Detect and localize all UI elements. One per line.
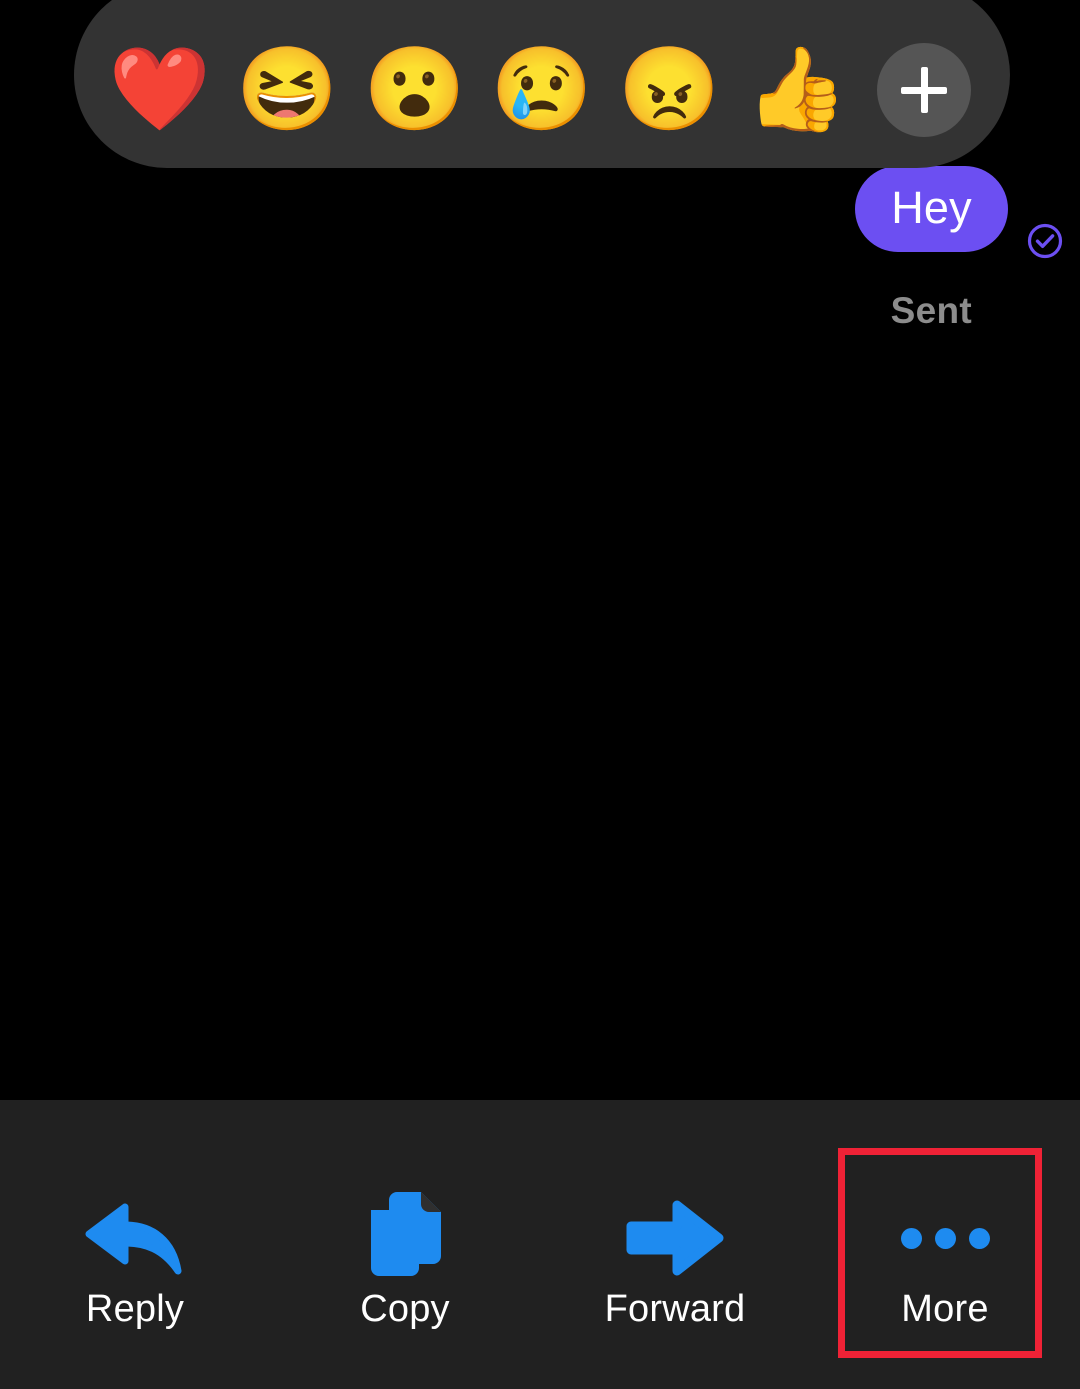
copy-documents-icon [359, 1178, 451, 1298]
reaction-wow[interactable]: 😮 [351, 36, 478, 144]
reaction-sad[interactable]: 😢 [478, 36, 605, 144]
message-row: Hey [0, 166, 1080, 256]
message-action-toolbar: Reply Copy Forward More [0, 1100, 1080, 1389]
reaction-picker-bar[interactable]: ❤️ 😆 😮 😢 😠 👍 [74, 0, 1010, 168]
action-copy-label: Copy [360, 1288, 450, 1330]
action-more[interactable]: More [810, 1100, 1080, 1389]
message-bubble[interactable]: Hey [855, 166, 1008, 252]
thumbs-up-icon: 👍 [745, 44, 848, 135]
forward-arrow-icon [625, 1178, 725, 1298]
heart-icon: ❤️ [108, 44, 211, 135]
action-copy[interactable]: Copy [270, 1100, 540, 1389]
angry-face-icon: 😠 [618, 44, 721, 135]
laughing-face-icon: 😆 [236, 44, 339, 135]
action-more-label: More [901, 1288, 989, 1330]
action-forward[interactable]: Forward [540, 1100, 810, 1389]
action-reply-label: Reply [85, 1288, 185, 1330]
reaction-haha[interactable]: 😆 [223, 36, 350, 144]
reaction-like[interactable]: 👍 [733, 36, 860, 144]
action-reply[interactable]: Reply [0, 1100, 270, 1389]
message-bubble-text: Hey [891, 182, 972, 233]
three-dots-icon [900, 1178, 990, 1298]
add-reaction-button[interactable] [861, 36, 988, 144]
reaction-heart[interactable]: ❤️ [96, 36, 223, 144]
plus-icon [877, 43, 972, 137]
surprised-face-icon: 😮 [363, 44, 466, 135]
action-forward-label: Forward [604, 1288, 746, 1330]
crying-face-icon: 😢 [490, 44, 594, 135]
chat-canvas: Hey Sent ❤️ 😆 😮 😢 😠 👍 [0, 0, 1080, 1100]
reaction-angry[interactable]: 😠 [606, 36, 733, 144]
check-circle-icon [1026, 222, 1064, 260]
message-status-text: Sent [890, 290, 972, 331]
reply-arrow-icon [83, 1178, 187, 1298]
